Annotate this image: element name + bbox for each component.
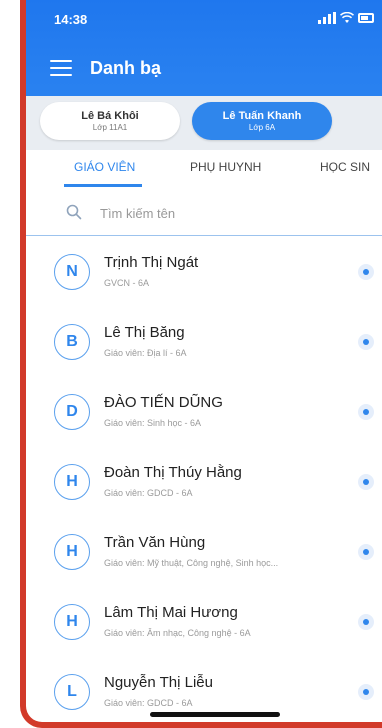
contact-name: ĐÀO TIẾN DŨNG (104, 394, 223, 411)
tab-bar: GIÁO VIÊN PHỤ HUYNH HỌC SIN (26, 150, 382, 188)
message-icon[interactable] (358, 404, 374, 420)
student-pill-2[interactable]: Lê Tuấn Khanh Lớp 6A (192, 102, 332, 140)
message-icon[interactable] (358, 264, 374, 280)
phone-frame: 14:38 Danh bạ Lê Bá Khôi Lớp 11A1 Lê Tuấ… (20, 0, 382, 728)
contact-detail: Giáo viên: GDCD - 6A (104, 698, 193, 708)
list-item[interactable]: H Đoàn Thị Thúy Hằng Giáo viên: GDCD - 6… (26, 450, 382, 520)
avatar: N (54, 254, 90, 290)
status-icons (318, 11, 374, 24)
list-item[interactable]: D ĐÀO TIẾN DŨNG Giáo viên: Sinh học - 6A (26, 380, 382, 450)
student-name: Lê Tuấn Khanh (222, 109, 302, 122)
tab-teachers[interactable]: GIÁO VIÊN (74, 160, 135, 174)
contact-detail: Giáo viên: Địa lí - 6A (104, 348, 187, 358)
contact-list: N Trịnh Thị Ngát GVCN - 6A B Lê Thị Băng… (26, 240, 382, 722)
app-bar: 14:38 Danh bạ (26, 0, 382, 96)
list-item[interactable]: H Lâm Thị Mai Hương Giáo viên: Âm nhạc, … (26, 590, 382, 660)
contact-detail: Giáo viên: GDCD - 6A (104, 488, 193, 498)
student-pill-1[interactable]: Lê Bá Khôi Lớp 11A1 (40, 102, 180, 140)
tab-active-indicator (64, 184, 142, 187)
search-input[interactable] (100, 202, 360, 224)
contact-name: Nguyễn Thị Liễu (104, 674, 213, 691)
contact-detail: Giáo viên: Âm nhạc, Công nghệ - 6A (104, 628, 251, 638)
avatar: H (54, 534, 90, 570)
contact-name: Đoàn Thị Thúy Hằng (104, 464, 242, 481)
list-item[interactable]: B Lê Thị Băng Giáo viên: Địa lí - 6A (26, 310, 382, 380)
battery-icon (358, 13, 374, 23)
search-bar (26, 192, 382, 236)
wifi-icon (339, 11, 355, 24)
search-icon (66, 204, 82, 220)
contact-name: Trịnh Thị Ngát (104, 254, 199, 271)
message-icon[interactable] (358, 544, 374, 560)
page-title: Danh bạ (90, 58, 162, 78)
list-item[interactable]: L Nguyễn Thị Liễu Giáo viên: GDCD - 6A (26, 660, 382, 722)
contact-name: Lê Thị Băng (104, 324, 185, 341)
contact-detail: Giáo viên: Mỹ thuật, Công nghệ, Sinh học… (104, 558, 279, 568)
status-time: 14:38 (54, 12, 88, 27)
list-item[interactable]: N Trịnh Thị Ngát GVCN - 6A (26, 240, 382, 310)
student-selector: Lê Bá Khôi Lớp 11A1 Lê Tuấn Khanh Lớp 6A (26, 96, 382, 150)
contact-name: Trần Văn Hùng (104, 534, 206, 551)
signal-icon (318, 12, 336, 24)
contact-detail: Giáo viên: Sinh học - 6A (104, 418, 202, 428)
avatar: D (54, 394, 90, 430)
student-name: Lê Bá Khôi (81, 109, 139, 122)
contact-name: Lâm Thị Mai Hương (104, 604, 238, 621)
message-icon[interactable] (358, 334, 374, 350)
student-class: Lớp 11A1 (92, 122, 128, 132)
avatar: B (54, 324, 90, 360)
tab-parents[interactable]: PHỤ HUYNH (190, 160, 261, 174)
menu-icon[interactable] (50, 60, 72, 76)
home-indicator[interactable] (150, 712, 280, 717)
avatar: L (54, 674, 90, 710)
message-icon[interactable] (358, 614, 374, 630)
tab-students[interactable]: HỌC SIN (320, 160, 370, 174)
message-icon[interactable] (358, 684, 374, 700)
avatar: H (54, 604, 90, 640)
list-item[interactable]: H Trần Văn Hùng Giáo viên: Mỹ thuật, Côn… (26, 520, 382, 590)
avatar: H (54, 464, 90, 500)
message-icon[interactable] (358, 474, 374, 490)
contact-detail: GVCN - 6A (104, 278, 150, 288)
student-class: Lớp 6A (248, 122, 276, 132)
